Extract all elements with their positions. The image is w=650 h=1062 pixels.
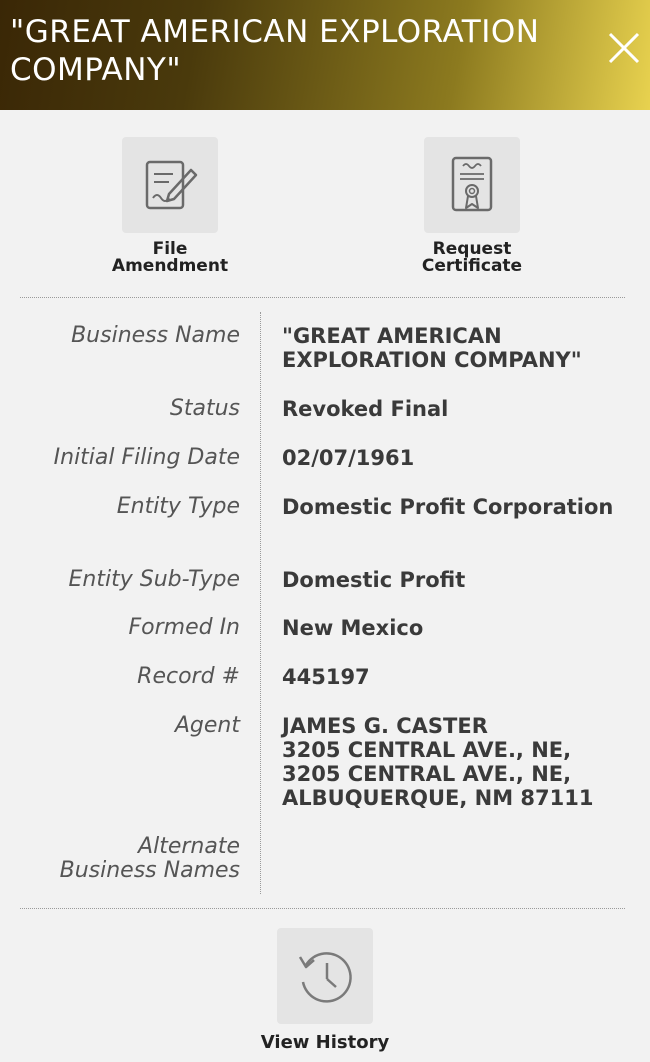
entity-type-value: Domestic Profit Corporation xyxy=(282,495,614,519)
agent-address-line: 3205 CENTRAL AVE., NE, xyxy=(282,738,572,762)
header-bar: "GREAT AMERICAN EXPLORATION COMPANY" xyxy=(0,0,650,110)
divider-top xyxy=(20,297,625,298)
view-history-button[interactable]: View History xyxy=(245,928,405,1053)
agent-label: Agent xyxy=(174,713,240,738)
agent-city-line: ALBUQUERQUE, NM 87111 xyxy=(282,786,594,810)
initial-filing-date-value: 02/07/1961 xyxy=(282,446,415,470)
alternate-business-names-label: Alternate Business Names xyxy=(59,834,240,883)
close-icon xyxy=(608,32,640,64)
status-value: Revoked Final xyxy=(282,397,449,421)
certificate-icon xyxy=(451,156,493,212)
file-amendment-tile[interactable] xyxy=(122,137,218,233)
column-separator xyxy=(260,312,261,894)
history-icon xyxy=(298,952,352,1003)
request-certificate-button[interactable]: Request Certificate xyxy=(392,137,552,275)
page-title: "GREAT AMERICAN EXPLORATION COMPANY" xyxy=(10,14,540,88)
record-number-value: 445197 xyxy=(282,665,370,689)
view-history-tile[interactable] xyxy=(277,928,373,1024)
entity-sub-type-label: Entity Sub-Type xyxy=(68,567,240,592)
agent-name: JAMES G. CASTER xyxy=(282,714,488,738)
business-name-value: "GREAT AMERICAN EXPLORATION COMPANY" xyxy=(282,324,582,372)
initial-filing-date-label: Initial Filing Date xyxy=(53,445,240,470)
formed-in-label: Formed In xyxy=(128,615,240,640)
close-button[interactable] xyxy=(606,30,642,66)
entity-type-label: Entity Type xyxy=(116,494,240,519)
agent-value: JAMES G. CASTER 3205 CENTRAL AVE., NE, 3… xyxy=(282,714,637,810)
divider-bottom xyxy=(20,908,625,909)
file-amendment-button[interactable]: File Amendment xyxy=(90,137,250,275)
entity-sub-type-value: Domestic Profit xyxy=(282,568,466,592)
record-number-label: Record # xyxy=(137,664,240,689)
agent-address-line: 3205 CENTRAL AVE., NE, xyxy=(282,762,572,786)
business-name-label: Business Name xyxy=(71,323,240,348)
file-amendment-label: File Amendment xyxy=(111,239,229,276)
status-label: Status xyxy=(169,396,240,421)
request-certificate-tile[interactable] xyxy=(424,137,520,233)
formed-in-value: New Mexico xyxy=(282,616,424,640)
view-history-label: View History xyxy=(260,1032,390,1053)
request-certificate-label: Request Certificate xyxy=(421,239,523,276)
document-edit-icon xyxy=(145,160,198,210)
